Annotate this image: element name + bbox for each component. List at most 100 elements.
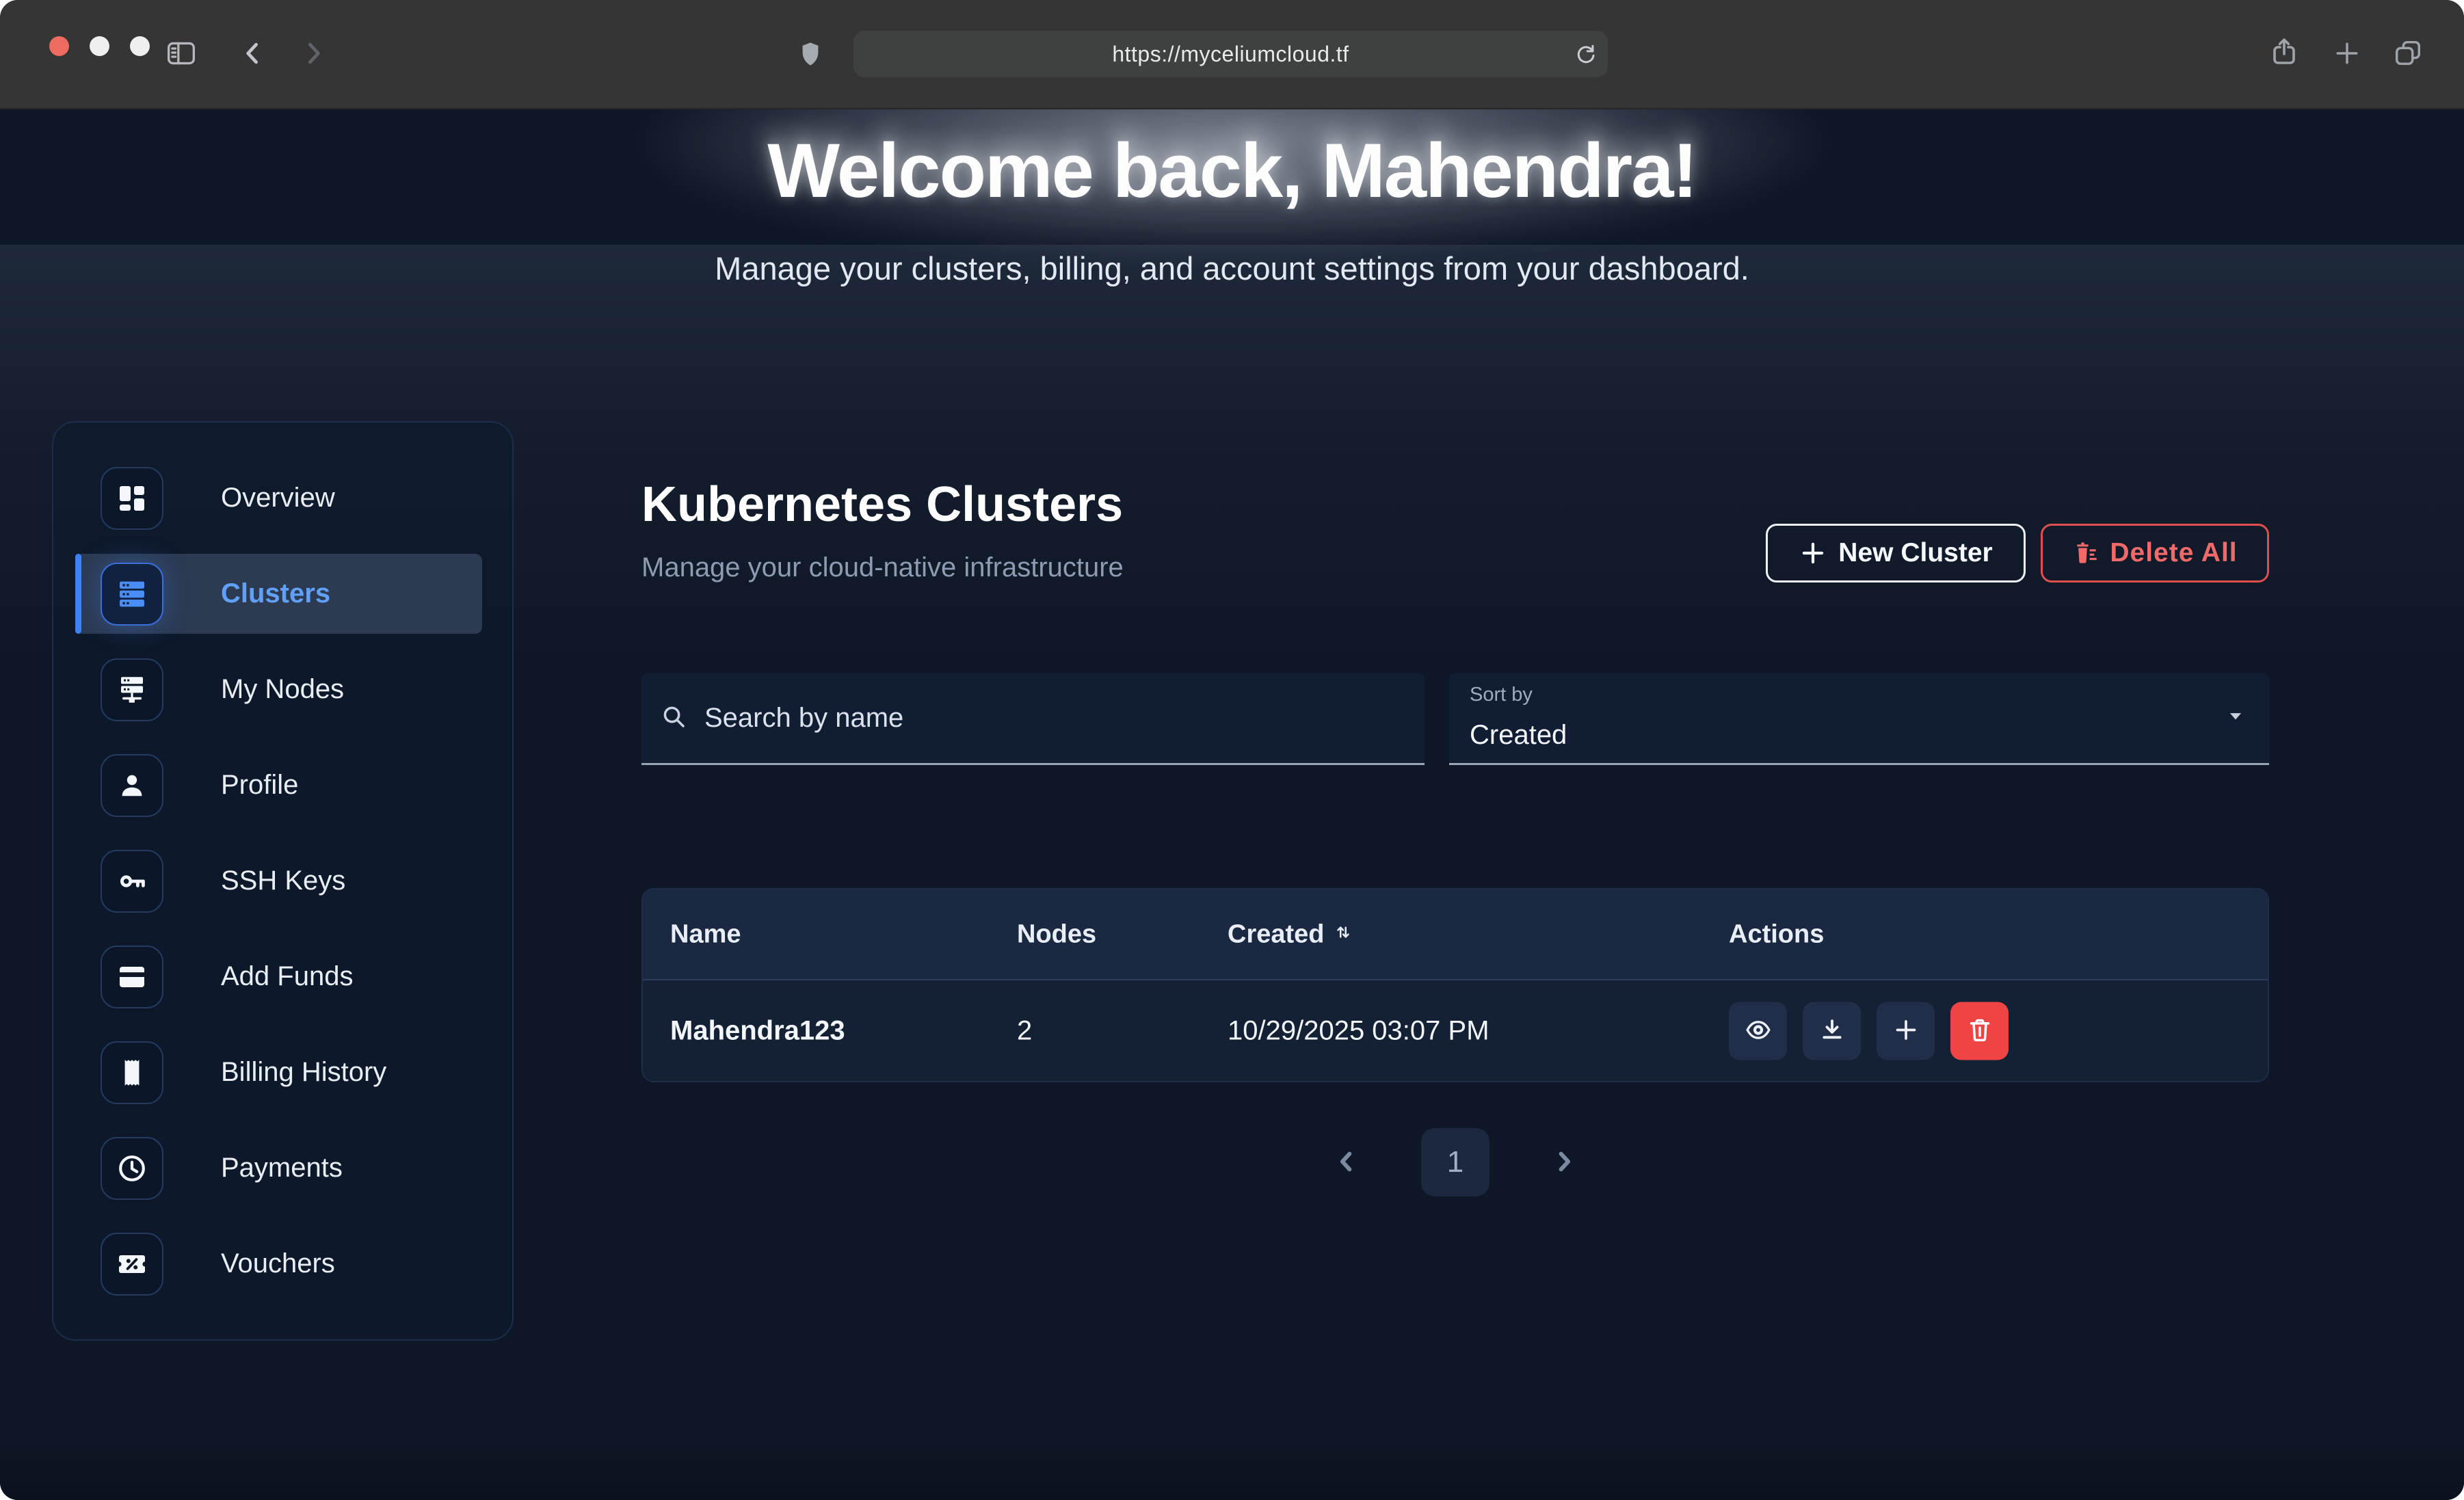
filter-row: Sort by Created — [641, 673, 2269, 765]
dashboard-page: Welcome back, Mahendra! Manage your clus… — [0, 108, 2464, 1500]
sidebar-item-ssh-keys[interactable]: SSH Keys — [75, 841, 482, 921]
sidebar-item-profile[interactable]: Profile — [75, 745, 482, 825]
add-node-button[interactable] — [1877, 1002, 1935, 1060]
trash-sweep-icon — [2072, 539, 2099, 567]
address-bar[interactable]: https://myceliumcloud.tf — [853, 31, 1608, 77]
clusters-section: Kubernetes Clusters Manage your cloud-na… — [641, 480, 2269, 1232]
sort-dropdown[interactable]: Sort by Created — [1449, 673, 2269, 765]
search-input[interactable] — [703, 702, 1407, 734]
cluster-name: Mahendra123 — [670, 1015, 845, 1046]
plus-icon — [2332, 38, 2362, 68]
column-header-nodes: Nodes — [1017, 920, 1096, 949]
delete-all-button[interactable]: Delete All — [2041, 524, 2269, 582]
cluster-created: 10/29/2025 03:07 PM — [1228, 1015, 1489, 1046]
url-text: https://myceliumcloud.tf — [1112, 42, 1349, 67]
sort-value: Created — [1470, 720, 1567, 751]
sidebar-item-label: Add Funds — [221, 961, 353, 992]
share-button[interactable] — [2268, 36, 2301, 68]
welcome-subtitle: Manage your clusters, billing, and accou… — [0, 250, 2464, 287]
new-cluster-button[interactable]: New Cluster — [1766, 524, 2026, 582]
view-cluster-button[interactable] — [1729, 1002, 1787, 1060]
download-kubeconfig-button[interactable] — [1803, 1002, 1861, 1060]
search-field — [641, 673, 1425, 765]
chevron-right-icon — [1550, 1147, 1578, 1178]
sidebar-item-add-funds[interactable]: Add Funds — [75, 937, 482, 1017]
chevron-left-icon — [1332, 1147, 1361, 1178]
sidebar-item-label: My Nodes — [221, 674, 344, 705]
sidebar-item-label: Billing History — [221, 1057, 386, 1088]
sidebar-item-label: Vouchers — [221, 1248, 335, 1279]
sidebar-item-my-nodes[interactable]: My Nodes — [75, 649, 482, 729]
caret-down-icon — [2225, 706, 2246, 730]
sidebar-item-overview[interactable]: Overview — [75, 458, 482, 538]
close-window-button[interactable] — [49, 36, 69, 56]
delete-cluster-button[interactable] — [1950, 1002, 2009, 1060]
share-icon — [2268, 36, 2301, 68]
sidebar-item-clusters[interactable]: Clusters — [75, 554, 482, 634]
sidebar-item-label: SSH Keys — [221, 866, 345, 896]
column-header-created[interactable]: Created — [1228, 920, 1353, 949]
sidebar-toggle-button[interactable] — [164, 36, 198, 70]
sidebar-item-vouchers[interactable]: Vouchers — [75, 1224, 482, 1304]
previous-page-button[interactable] — [1332, 1147, 1361, 1178]
sidebar-item-payments[interactable]: Payments — [75, 1128, 482, 1208]
row-actions — [1729, 1002, 2009, 1060]
clock-icon — [101, 1137, 163, 1200]
column-header-created-label: Created — [1228, 920, 1325, 949]
credit-card-icon — [101, 946, 163, 1008]
sidebar-toggle-icon — [164, 36, 198, 70]
key-icon — [101, 850, 163, 913]
reload-icon — [1572, 41, 1598, 67]
sidebar-item-label: Clusters — [221, 578, 330, 609]
clusters-table: Name Nodes Created Actions Mahendra123 2… — [641, 888, 2269, 1082]
receipt-icon — [101, 1041, 163, 1104]
page-number-button[interactable]: 1 — [1421, 1128, 1489, 1196]
plus-icon — [1799, 539, 1827, 567]
section-title: Kubernetes Clusters — [641, 480, 2269, 529]
reload-button[interactable] — [1572, 41, 1598, 67]
search-icon — [659, 702, 688, 734]
back-button[interactable] — [238, 38, 268, 68]
next-page-button[interactable] — [1550, 1147, 1578, 1178]
chevron-right-icon — [298, 38, 328, 68]
download-icon — [1818, 1016, 1846, 1045]
column-header-name: Name — [670, 920, 741, 949]
welcome-heading: Welcome back, Mahendra! — [0, 127, 2464, 215]
pagination: 1 — [641, 1128, 2269, 1196]
tabs-icon — [2392, 37, 2424, 68]
ticket-percent-icon — [101, 1233, 163, 1296]
dashboard-grid-icon — [101, 467, 163, 530]
sidebar-item-billing-history[interactable]: Billing History — [75, 1032, 482, 1112]
window-controls — [49, 36, 150, 56]
delete-all-label: Delete All — [2110, 538, 2237, 568]
column-header-actions: Actions — [1729, 920, 1824, 949]
table-row: Mahendra123 2 10/29/2025 03:07 PM — [643, 979, 2268, 1081]
forward-button[interactable] — [298, 38, 328, 68]
server-stack-icon — [101, 563, 163, 626]
table-header: Name Nodes Created Actions — [643, 889, 2268, 979]
cluster-nodes: 2 — [1017, 1015, 1032, 1046]
new-cluster-label: New Cluster — [1838, 538, 1992, 568]
new-tab-button[interactable] — [2332, 38, 2362, 68]
node-network-icon — [101, 658, 163, 721]
chevron-left-icon — [238, 38, 268, 68]
active-indicator-bar — [75, 554, 81, 634]
privacy-shield-icon — [796, 40, 825, 68]
sidebar-nav: Overview Clusters My Nodes Profile SSH K… — [52, 421, 514, 1341]
minimize-window-button[interactable] — [90, 36, 109, 56]
sidebar-item-label: Profile — [221, 770, 298, 801]
header-actions: New Cluster Delete All — [1766, 524, 2269, 582]
zoom-window-button[interactable] — [130, 36, 150, 56]
eye-icon — [1745, 1016, 1772, 1045]
trash-icon — [1966, 1016, 1993, 1045]
browser-toolbar: https://myceliumcloud.tf — [0, 0, 2464, 109]
plus-icon — [1892, 1016, 1920, 1045]
sidebar-item-label: Overview — [221, 483, 335, 513]
sort-arrows-icon — [1333, 920, 1353, 949]
tab-overview-button[interactable] — [2392, 37, 2424, 68]
user-icon — [101, 754, 163, 817]
sidebar-item-label: Payments — [221, 1153, 343, 1183]
hero-section: Welcome back, Mahendra! Manage your clus… — [0, 127, 2464, 287]
sort-label: Sort by — [1470, 684, 1533, 706]
browser-window: https://myceliumcloud.tf Welcome back, M… — [0, 0, 2464, 1500]
